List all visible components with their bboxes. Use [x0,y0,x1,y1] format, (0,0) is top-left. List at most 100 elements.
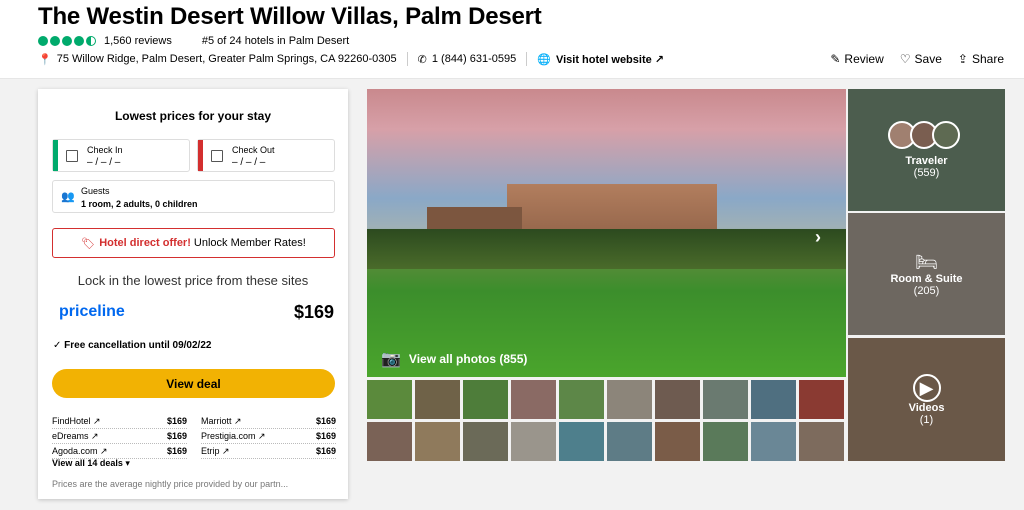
header-actions: ✎ Review ♡ Save ⇪ Share [830,52,1004,66]
thumbnail[interactable] [655,422,700,461]
save-button[interactable]: ♡ Save [900,52,942,66]
divider [406,52,408,66]
check-in-bar [53,140,58,171]
hotel-title: The Westin Desert Willow Villas, Palm De… [38,3,542,30]
deal-name: eDreams [52,431,89,441]
photo-gallery: › 📷 View all photos (855) Traveler (559) [367,89,1005,461]
view-all-photos-button[interactable]: 📷 View all photos (855) [381,349,527,369]
thumbnail[interactable] [367,380,412,419]
thumbnail[interactable] [607,380,652,419]
videos-tile[interactable]: ▶ Videos (1) [848,338,1005,461]
share-label: Share [971,52,1004,66]
deal-row[interactable]: eDreams ↗ $169 [52,430,187,444]
thumbnail[interactable] [463,380,508,419]
save-label: Save [914,52,942,66]
thumbnail[interactable] [703,380,748,419]
thumbnail[interactable] [799,422,844,461]
calendar-icon [211,150,223,162]
website-label: Visit hotel website [555,53,652,66]
check-in-value: – / – / – [87,157,121,168]
thumbnail-grid [367,380,846,461]
map-pin-icon: 📍 [38,53,52,66]
guests-field[interactable]: 👥 Guests 1 room, 2 adults, 0 children [52,180,335,213]
deal-name: Prestigia.com [201,431,256,441]
rating-row: 1,560 reviews #5 of 24 hotels in Palm De… [38,35,349,47]
room-suite-tile[interactable]: 🛏 Room & Suite (205) [848,213,1005,335]
deals-list-left: FindHotel ↗ $169 eDreams ↗ $169 Agoda.com … [52,415,187,460]
member-offer-banner[interactable]: 🏷 Hotel direct offer! Unlock Member Rate… [52,228,335,258]
price-note: Prices are the average nightly price pro… [52,479,289,489]
bubble-icon [50,36,60,46]
check-in-field[interactable]: Check In – / – / – [52,139,190,172]
thumbnail[interactable] [703,422,748,461]
check-out-value: – / – / – [232,157,266,168]
deal-name: FindHotel [52,416,91,426]
thumbnail[interactable] [511,422,556,461]
booking-title: Lowest prices for your stay [114,109,272,123]
traveler-label: Traveler [905,155,948,167]
check-out-label: Check Out [232,145,275,155]
traveler-photos-tile[interactable]: Traveler (559) [848,89,1005,211]
thumbnail[interactable] [751,380,796,419]
main-photo[interactable]: › 📷 View all photos (855) [367,89,846,377]
thumbnail[interactable] [367,422,412,461]
room-suite-count: (205) [913,284,940,297]
free-cancel-text: Free cancellation until 09/02/22 [64,340,212,351]
deal-row[interactable]: Marriott ↗ $169 [201,415,336,429]
deal-price: $169 [166,416,187,426]
share-button[interactable]: ⇪ Share [958,52,1004,66]
calendar-icon [66,150,78,162]
traveler-count: (559) [913,167,940,179]
thumbnail[interactable] [607,422,652,461]
view-all-photos-label: View all photos (855) [408,352,528,366]
deal-row[interactable]: Agoda.com ↗ $169 [52,445,187,459]
check-out-field[interactable]: Check Out – / – / – [197,139,335,172]
hotel-address[interactable]: 75 Willow Ridge, Palm Desert, Greater Pa… [57,53,397,65]
deals-list-right: Marriott ↗ $169 Prestigia.com ↗ $169 Etrip… [201,415,336,460]
thumbnail[interactable] [463,422,508,461]
chevron-right-icon[interactable]: › [815,227,821,248]
hotel-header: The Westin Desert Willow Villas, Palm De… [0,0,1024,79]
provider-logo[interactable]: priceline [59,303,125,321]
lock-price-text: Lock in the lowest price from these site… [77,273,309,288]
thumbnail[interactable] [559,380,604,419]
deal-row[interactable]: Etrip ↗ $169 [201,445,336,459]
avatar [931,121,960,149]
deal-price: $169 [166,446,187,456]
deal-price: $169 [166,431,187,441]
bubble-icon [62,36,72,46]
reviews-link[interactable]: 1,560 reviews [104,35,172,47]
offer-text: Unlock Member Rates! [193,237,306,249]
thumbnail[interactable] [751,422,796,461]
thumbnail[interactable] [415,422,460,461]
provider-price[interactable]: $169 [294,302,334,323]
traveler-avatars [887,121,960,149]
view-all-deals-link[interactable]: View all 14 deals ▾ [52,458,130,469]
website-link[interactable]: Visit hotel website ↗ [556,53,664,66]
play-icon: ▶ [912,373,941,402]
videos-label: Videos [908,401,945,414]
phone-icon: ✆ [417,53,427,66]
checkmark-icon: ✓ [53,340,65,351]
contact-row: 📍 75 Willow Ridge, Palm Desert, Greater … [38,52,664,66]
thumbnail[interactable] [415,380,460,419]
deal-price: $169 [315,431,336,441]
bubble-icon [38,36,48,46]
free-cancellation: ✓ Free cancellation until 09/02/22 [53,340,211,351]
tag-icon: 🏷 [81,237,96,250]
hotel-phone[interactable]: 1 (844) 631-0595 [432,53,516,65]
thumbnail[interactable] [655,380,700,419]
globe-icon: 🌐 [537,53,551,66]
thumbnail[interactable] [511,380,556,419]
videos-count: (1) [919,413,934,426]
review-button[interactable]: ✎ Review [830,52,883,66]
hotel-rank[interactable]: #5 of 24 hotels in Palm Desert [202,35,349,47]
deal-row[interactable]: Prestigia.com ↗ $169 [201,430,336,444]
guests-label: Guests [81,186,110,196]
deal-price: $169 [315,446,336,456]
deal-row[interactable]: FindHotel ↗ $169 [52,415,187,429]
thumbnail[interactable] [559,422,604,461]
thumbnail[interactable] [799,380,844,419]
half-bubble-icon [86,36,96,46]
view-deal-button[interactable]: View deal [52,369,335,398]
